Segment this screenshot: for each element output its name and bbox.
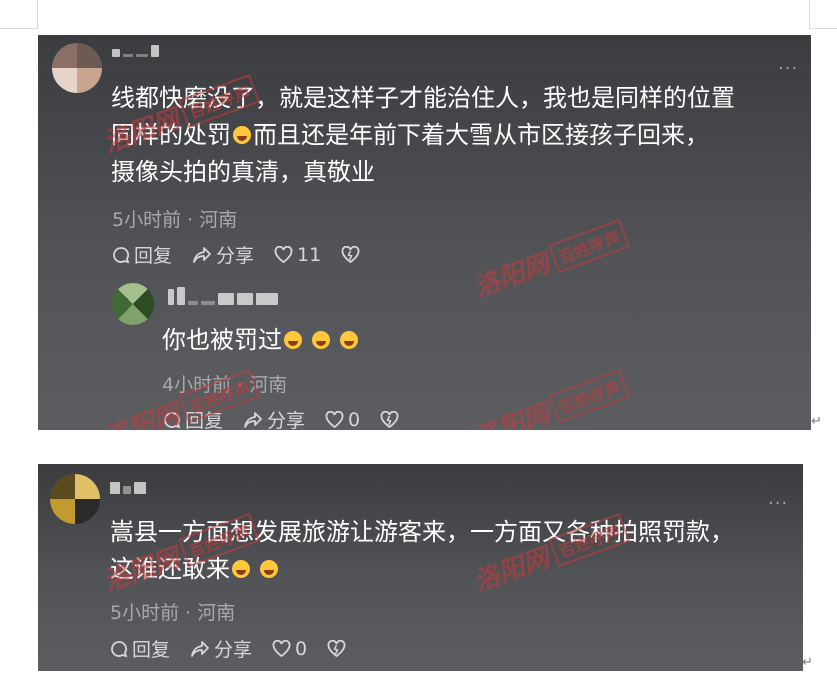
dislike-button[interactable] [327, 640, 350, 657]
comment-actions: 回复 分享 11 [112, 241, 384, 268]
reply-button[interactable]: 回复 [112, 241, 172, 268]
dislike-button[interactable] [341, 246, 364, 263]
broken-heart-icon [380, 411, 399, 428]
reply-button[interactable]: 回复 [110, 635, 170, 662]
comment-meta: 5小时前 · 河南 [110, 602, 236, 624]
comment-screenshot-2: ... 嵩县一方面想发展旅游让游客来，一方面又各种拍照罚款， 这谁还敢来 5小时… [38, 464, 803, 671]
comment-screenshot-1: ... 线都快磨没了，就是这样子才能治住人，我也是同样的位置 同样的处罚 而且还是… [38, 35, 811, 430]
watermark-script: 洛阳网 [470, 248, 554, 304]
comment-text-line-3: 摄像头拍的真清，真敬业 [111, 158, 375, 186]
watermark: 洛阳网 百姓呼声 [468, 215, 631, 305]
comment-text-line-2-end: 而且还是年前下着大雪从市区接孩子回来， [253, 121, 709, 149]
comment-text-line-1: 线都快磨没了，就是这样子才能治住人，我也是同样的位置 [111, 84, 735, 112]
like-count: 0 [348, 408, 361, 431]
comment-text-line-2: 同样的处罚 而且还是年前下着大雪从市区接孩子回来， [111, 117, 709, 154]
laughing-emoji-icon [340, 331, 358, 349]
reply-label: 回复 [132, 639, 171, 661]
avatar[interactable] [52, 43, 102, 93]
laughing-emoji-icon [284, 331, 302, 349]
comment-actions: 回复 分享 0 [110, 635, 370, 662]
watermark-script: 洛阳网 [470, 398, 554, 430]
reply-actions: 回复 分享 0 [163, 406, 423, 430]
username-blurred [110, 482, 146, 494]
laughing-emoji-icon [260, 560, 278, 578]
like-button[interactable]: 11 [274, 244, 321, 266]
laughing-emoji-icon [312, 331, 330, 349]
paragraph-return-mark: ↵ [811, 414, 822, 429]
watermark-box: 百姓呼声 [548, 218, 630, 273]
username-blurred [112, 45, 159, 57]
paragraph-return-mark: ↵ [802, 655, 813, 670]
share-label: 分享 [267, 410, 306, 430]
reply-avatar[interactable] [112, 283, 154, 325]
page-guide-left-horizontal [0, 28, 38, 29]
like-button[interactable]: 0 [272, 638, 307, 660]
crying-emoji-icon [233, 126, 251, 144]
reply-text-content: 你也被罚过 [162, 326, 282, 354]
comment-text-line-2-content: 这谁还敢来 [110, 555, 230, 583]
like-count: 0 [295, 637, 308, 660]
share-button[interactable]: 分享 [192, 241, 254, 268]
comment-text-line-2-start: 同样的处罚 [111, 121, 231, 149]
reply-bubble-icon [111, 640, 128, 657]
share-label: 分享 [214, 639, 253, 661]
heart-icon [325, 411, 344, 428]
share-arrow-icon [244, 411, 262, 428]
laughing-emoji-icon [232, 560, 250, 578]
reply-bubble-icon [164, 411, 181, 428]
more-options-icon[interactable]: ... [778, 53, 798, 74]
avatar[interactable] [50, 474, 100, 524]
share-arrow-icon [191, 640, 209, 657]
watermark: 洛阳网 百姓呼声 [468, 365, 631, 430]
page-guide-left-vertical [37, 0, 38, 28]
heart-icon [274, 246, 293, 263]
broken-heart-icon [327, 640, 346, 657]
comment-text-line-2: 这谁还敢来 [110, 551, 280, 588]
dislike-button[interactable] [380, 411, 403, 428]
comment-meta: 5小时前 · 河南 [112, 209, 238, 231]
page-guide-right-vertical [809, 0, 810, 28]
reply-button[interactable]: 回复 [163, 406, 223, 430]
page-guide-right-horizontal [809, 28, 837, 29]
reply-username-blurred [168, 287, 278, 305]
share-button[interactable]: 分享 [190, 635, 252, 662]
reply-label: 回复 [134, 245, 173, 267]
share-button[interactable]: 分享 [243, 406, 305, 430]
reply-bubble-icon [113, 246, 130, 263]
reply-label: 回复 [185, 410, 224, 430]
share-label: 分享 [216, 245, 255, 267]
heart-icon [272, 640, 291, 657]
reply-meta: 4小时前 · 河南 [162, 374, 288, 396]
watermark-box: 百姓呼声 [548, 368, 630, 423]
like-button[interactable]: 0 [325, 408, 361, 431]
more-options-icon[interactable]: ... [768, 488, 788, 509]
share-arrow-icon [193, 246, 211, 263]
reply-text: 你也被罚过 [162, 322, 360, 359]
broken-heart-icon [341, 246, 360, 263]
like-count: 11 [297, 243, 322, 266]
comment-text-line-1: 嵩县一方面想发展旅游让游客来，一方面又各种拍照罚款， [110, 518, 734, 546]
